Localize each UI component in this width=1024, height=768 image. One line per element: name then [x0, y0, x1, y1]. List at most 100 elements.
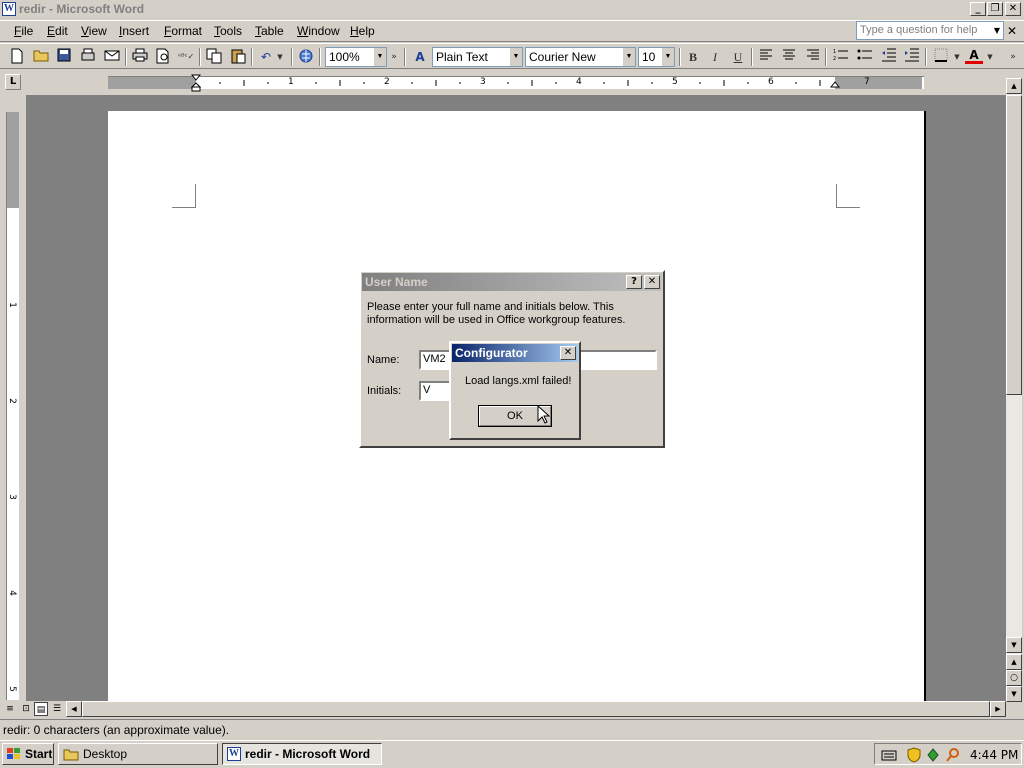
font-color-dropdown-icon[interactable]: ▼: [985, 48, 995, 66]
italic-button[interactable]: I: [706, 48, 724, 66]
print-icon[interactable]: [131, 48, 149, 66]
search-icon[interactable]: [945, 747, 961, 763]
font-value: Courier New: [529, 50, 596, 64]
copy-icon[interactable]: [205, 48, 223, 66]
help-dropdown-icon[interactable]: ▼: [991, 22, 1003, 39]
windows-logo-icon: [7, 748, 20, 759]
toolbar-options-end-icon[interactable]: »: [1008, 48, 1018, 66]
window-title: redir - Microsoft Word: [19, 2, 145, 16]
font-size-value: 10: [642, 50, 656, 64]
configurator-dialog-titlebar: Configurator ✕: [452, 344, 578, 362]
keyboard-icon[interactable]: [881, 748, 897, 762]
font-size-dropdown-icon[interactable]: ▼: [662, 48, 674, 66]
undo-icon[interactable]: ↶: [257, 48, 275, 66]
horizontal-scroll-thumb[interactable]: [82, 701, 990, 717]
taskbar-button-label: Desktop: [83, 747, 128, 761]
zoom-dropdown-icon[interactable]: ▼: [374, 48, 386, 66]
next-page-icon[interactable]: ▼: [1006, 686, 1022, 702]
print-layout-view-icon[interactable]: ▤: [34, 702, 48, 716]
borders-dropdown-icon[interactable]: ▼: [952, 48, 962, 66]
menu-insert[interactable]: Insert: [119, 24, 149, 38]
email-icon[interactable]: [103, 48, 121, 66]
font-combo[interactable]: Courier New ▼: [525, 47, 636, 67]
clock[interactable]: 4:44 PM: [970, 748, 1018, 762]
decrease-indent-icon[interactable]: [880, 48, 898, 66]
menu-window[interactable]: Window: [297, 24, 340, 38]
status-bar: redir: 0 characters (an approximate valu…: [0, 719, 1024, 739]
increase-indent-icon[interactable]: [903, 48, 921, 66]
ruler-number: 2: [6, 398, 17, 404]
undo-dropdown-icon[interactable]: ▼: [274, 48, 286, 66]
error-message: Load langs.xml failed!: [465, 375, 572, 387]
ruler-number: 1: [6, 302, 17, 308]
permission-icon[interactable]: [79, 48, 97, 66]
menu-format[interactable]: Format: [164, 24, 202, 38]
scroll-up-icon[interactable]: ▲: [1006, 78, 1022, 94]
scroll-left-icon[interactable]: ◀: [66, 701, 82, 717]
minimize-button[interactable]: _: [970, 2, 986, 16]
menu-table[interactable]: Table: [255, 24, 284, 38]
outline-view-icon[interactable]: ☰: [50, 702, 64, 716]
bold-button[interactable]: B: [684, 48, 702, 66]
align-right-icon[interactable]: [804, 48, 822, 66]
align-center-icon[interactable]: [780, 48, 798, 66]
menu-help[interactable]: Help: [350, 24, 375, 38]
security-shield-icon[interactable]: [907, 747, 921, 763]
word-icon: W: [227, 747, 241, 761]
scroll-down-icon[interactable]: ▼: [1006, 637, 1022, 653]
bullets-icon[interactable]: [856, 48, 874, 66]
menu-edit[interactable]: Edit: [47, 24, 68, 38]
start-button[interactable]: Start: [2, 743, 54, 765]
help-button[interactable]: ?: [626, 275, 642, 289]
style-combo[interactable]: Plain Text ▼: [432, 47, 523, 67]
normal-view-icon[interactable]: ≡: [3, 702, 17, 716]
web-layout-view-icon[interactable]: ⊡: [19, 702, 33, 716]
horizontal-ruler[interactable]: 1 2 3 4 5 6 7: [108, 74, 924, 92]
menu-file[interactable]: File: [14, 24, 33, 38]
restore-button[interactable]: ❐: [987, 2, 1003, 16]
style-dropdown-icon[interactable]: ▼: [510, 48, 522, 66]
tab-selector[interactable]: L: [5, 74, 21, 90]
taskbar-button-label: redir - Microsoft Word: [245, 747, 371, 761]
underline-button[interactable]: U: [729, 48, 747, 66]
ruler-number: 3: [6, 494, 17, 500]
align-left-icon[interactable]: [757, 48, 775, 66]
svg-text:1: 1: [833, 49, 836, 55]
menu-tools[interactable]: Tools: [214, 24, 242, 38]
ask-question-input[interactable]: Type a question for help: [856, 21, 1004, 40]
zoom-combo[interactable]: 100% ▼: [325, 47, 387, 67]
indent-marker-icon[interactable]: [191, 74, 201, 92]
taskbar-button-desktop[interactable]: Desktop: [58, 743, 218, 765]
menu-view[interactable]: View: [81, 24, 107, 38]
taskbar-button-word[interactable]: W redir - Microsoft Word: [222, 743, 382, 765]
vertical-scroll-thumb[interactable]: [1006, 95, 1022, 395]
font-size-combo[interactable]: 10 ▼: [638, 47, 675, 67]
previous-page-icon[interactable]: ▲: [1006, 654, 1022, 670]
document-close-icon[interactable]: ✕: [1007, 24, 1017, 38]
paste-icon[interactable]: [229, 48, 247, 66]
font-color-icon[interactable]: A: [965, 48, 983, 64]
dialog-close-button[interactable]: ✕: [560, 346, 576, 360]
ruler-number: 2: [384, 77, 390, 87]
spelling-grammar-icon[interactable]: ᴬᴮᶜ✓: [177, 48, 195, 66]
new-document-icon[interactable]: [8, 48, 26, 66]
mouse-cursor-icon: [537, 405, 551, 424]
close-button[interactable]: ✕: [1005, 2, 1021, 16]
word-app-icon[interactable]: W: [2, 2, 16, 16]
web-toolbar-icon[interactable]: [297, 48, 315, 66]
print-preview-icon[interactable]: [154, 48, 172, 66]
borders-icon[interactable]: [932, 48, 950, 66]
dialog-close-button[interactable]: ✕: [644, 275, 660, 289]
toolbar-options-icon[interactable]: »: [389, 48, 399, 66]
right-indent-marker-icon[interactable]: [830, 81, 840, 91]
vertical-ruler[interactable]: 1 2 3 4 5: [6, 112, 19, 700]
select-browse-object-icon[interactable]: ○: [1006, 670, 1022, 686]
styles-formatting-icon[interactable]: A: [411, 48, 429, 66]
open-folder-icon[interactable]: [32, 48, 50, 66]
save-icon[interactable]: [55, 48, 73, 66]
numbering-icon[interactable]: 12: [832, 48, 850, 66]
network-icon[interactable]: [925, 747, 941, 763]
scroll-right-icon[interactable]: ▶: [990, 701, 1006, 717]
font-dropdown-icon[interactable]: ▼: [623, 48, 635, 66]
configurator-dialog: Configurator ✕ Load langs.xml failed! OK: [449, 341, 581, 440]
